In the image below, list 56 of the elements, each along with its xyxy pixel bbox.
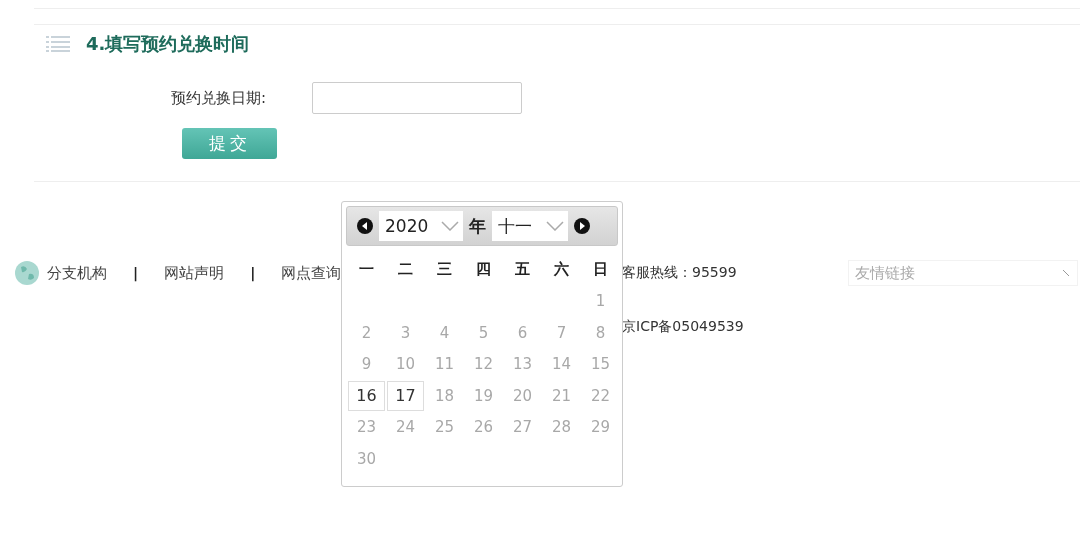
chevron-down-icon xyxy=(546,221,564,231)
day-cell-text: 1 xyxy=(594,291,607,313)
globe-icon xyxy=(15,261,39,285)
day-cell-text: 4 xyxy=(438,322,451,344)
day-cell[interactable]: 16 xyxy=(348,381,385,411)
day-cell-text: 28 xyxy=(550,417,573,439)
day-cell[interactable]: 17 xyxy=(387,381,424,411)
day-cell-text: 9 xyxy=(360,354,373,376)
day-cell-text: 10 xyxy=(394,354,417,376)
day-cell-text: 6 xyxy=(516,322,529,344)
day-cell-text: 13 xyxy=(511,354,534,376)
footer-link[interactable]: 网点查询 xyxy=(281,263,342,283)
footer-link[interactable]: 分支机构 xyxy=(47,263,107,283)
day-cell-text: 2 xyxy=(360,322,373,344)
icp-text: 京ICP备05049539 xyxy=(622,318,745,336)
weekday-label: 五 xyxy=(514,259,531,280)
day-cell-text: 11 xyxy=(433,354,456,376)
weekday-label: 二 xyxy=(397,259,414,280)
weekday-label: 一 xyxy=(358,259,375,280)
year-suffix: 年 xyxy=(469,214,486,238)
day-cell-text: 5 xyxy=(477,322,490,344)
section-title: 4.填写预约兑换时间 xyxy=(86,32,250,56)
day-cell-text: 23 xyxy=(355,417,378,439)
day-cell-text: 26 xyxy=(472,417,495,439)
day-cell-text: 14 xyxy=(550,354,573,376)
next-month-icon[interactable] xyxy=(574,218,590,234)
hotline-text: 客服热线：95599 xyxy=(622,264,738,282)
day-cell-text: 27 xyxy=(511,417,534,439)
day-cell-text: 24 xyxy=(394,417,417,439)
weekday-label: 日 xyxy=(592,259,609,280)
list-icon xyxy=(46,35,70,53)
day-cell-text: 8 xyxy=(594,322,607,344)
separator: | xyxy=(250,265,256,281)
day-cell-text: 19 xyxy=(472,385,495,407)
date-input-field[interactable] xyxy=(312,82,522,114)
day-cell-text: 25 xyxy=(433,417,456,439)
day-cell-text: 21 xyxy=(550,385,573,407)
footer-link[interactable]: 网站声明 xyxy=(164,263,225,283)
day-cell-text: 18 xyxy=(433,385,456,407)
day-cell-text: 30 xyxy=(355,448,378,470)
month-select[interactable]: 十一 xyxy=(492,211,568,241)
day-cell-text: 22 xyxy=(589,385,612,407)
day-cell-text: 3 xyxy=(399,322,412,344)
previous-month-icon[interactable] xyxy=(357,218,373,234)
day-cell-text: 20 xyxy=(511,385,534,407)
day-cell-text: 15 xyxy=(589,354,612,376)
day-cell-text: 12 xyxy=(472,354,495,376)
weekday-label: 三 xyxy=(436,259,453,280)
separator: | xyxy=(133,265,139,281)
weekday-label: 六 xyxy=(553,259,570,280)
year-select[interactable]: 2020 xyxy=(379,211,463,241)
day-cell-text: 29 xyxy=(589,417,612,439)
day-cell-text: 7 xyxy=(555,322,568,344)
field-label: 预约兑换日期: xyxy=(169,88,266,108)
chevron-down-icon xyxy=(441,221,459,231)
weekday-label: 四 xyxy=(475,259,492,280)
